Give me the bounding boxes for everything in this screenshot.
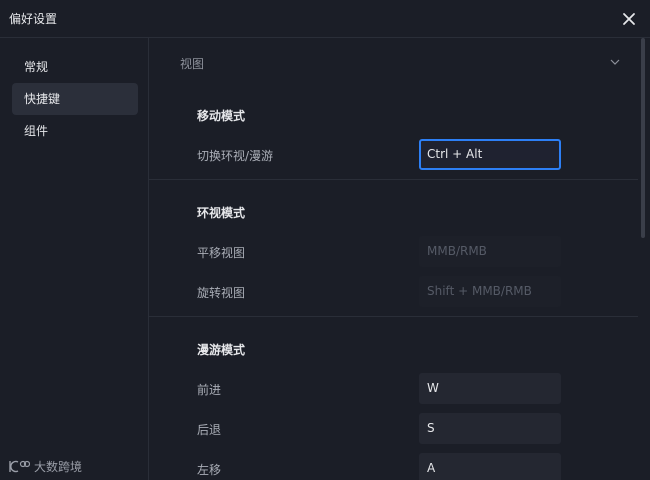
row-label-rotate: 旋转视图 (197, 286, 246, 300)
row-label-pan: 平移视图 (197, 246, 246, 260)
shortcut-field-rotate: Shift + MMB/RMB (419, 276, 561, 307)
sidebar-item-components[interactable]: 组件 (12, 115, 138, 147)
row-label-backward: 后退 (197, 423, 222, 437)
dialog-titlebar: 偏好设置 (0, 0, 650, 38)
group-title-walk-mode: 漫游模式 (197, 343, 246, 357)
dialog-title: 偏好设置 (9, 12, 58, 26)
divider (149, 179, 638, 180)
scrollbar[interactable] (638, 38, 650, 480)
sidebar-item-label: 常规 (24, 60, 49, 74)
brand-name: 大数跨境 (34, 459, 83, 474)
sidebar-item-shortcuts[interactable]: 快捷键 (12, 83, 138, 115)
shortcut-field-forward[interactable]: W (419, 373, 561, 404)
shortcut-field-backward[interactable]: S (419, 413, 561, 444)
group-title-move-mode: 移动模式 (197, 109, 246, 123)
settings-sidebar: 常规 快捷键 组件 大数跨境 (0, 38, 149, 480)
row-label-toggle: 切换环视/漫游 (197, 149, 274, 163)
chevron-down-icon[interactable] (609, 56, 621, 68)
brand-logo-icon (9, 460, 30, 473)
brand-logo: 大数跨境 (8, 458, 82, 474)
close-icon[interactable] (620, 10, 638, 28)
section-header-view[interactable]: 视图 (180, 55, 204, 72)
sidebar-item-label: 快捷键 (24, 92, 61, 106)
settings-content: 视图 移动模式 切换环视/漫游 Ctrl + Alt 环视模式 平移视图 MMB… (149, 38, 638, 480)
sidebar-item-label: 组件 (24, 124, 49, 138)
group-title-orbit-mode: 环视模式 (197, 206, 246, 220)
row-label-forward: 前进 (197, 383, 222, 397)
shortcut-field-toggle[interactable]: Ctrl + Alt (419, 139, 561, 170)
shortcut-field-left[interactable]: A (419, 453, 561, 480)
sidebar-item-general[interactable]: 常规 (12, 51, 138, 83)
divider (149, 316, 638, 317)
scrollbar-thumb[interactable] (641, 38, 645, 238)
shortcut-field-pan: MMB/RMB (419, 236, 561, 267)
row-label-left: 左移 (197, 463, 222, 477)
